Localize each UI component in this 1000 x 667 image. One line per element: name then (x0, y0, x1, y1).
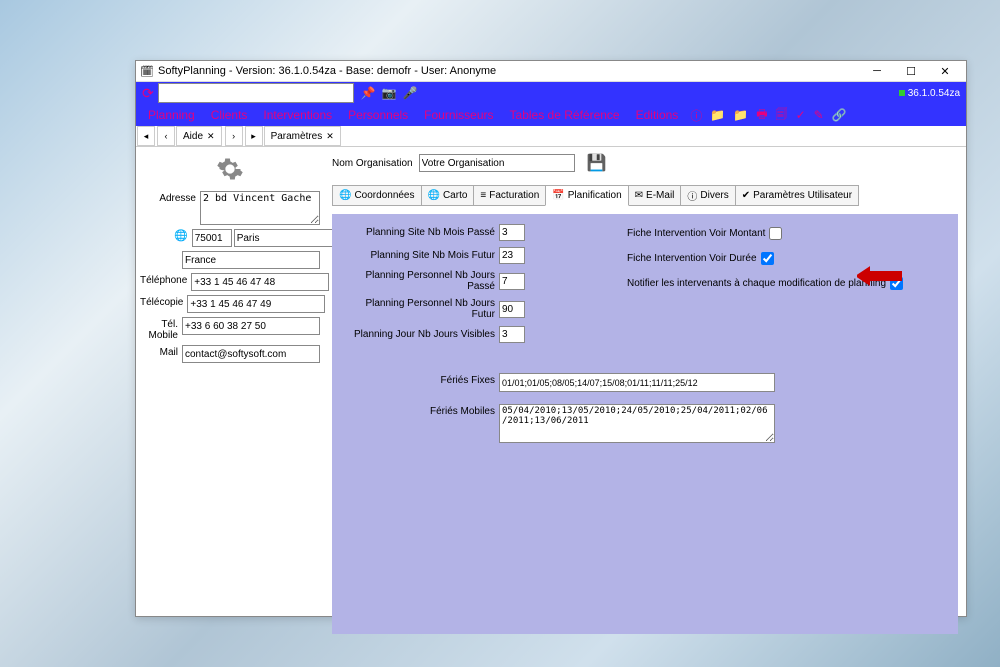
check-icon: ✔ (742, 190, 750, 201)
toolbar: ⟳ 📌 📷 🎤 36.1.0.54za (136, 82, 966, 104)
subtab-email[interactable]: ✉E-Mail (628, 185, 682, 206)
mail-label: Mail (140, 345, 182, 358)
app-icon: 🗓 (140, 64, 154, 78)
fi-duree-checkbox[interactable] (761, 252, 774, 265)
feries-fixes-input[interactable] (499, 373, 775, 392)
gear-icon (216, 155, 244, 183)
globe-icon[interactable]: 🌐 (174, 229, 188, 245)
highlight-arrow-icon (857, 266, 902, 289)
check-icon[interactable]: ✓ (792, 108, 810, 122)
minimize-button[interactable]: ─ (860, 61, 894, 81)
tab-nav-first[interactable]: ◂ (137, 126, 155, 146)
info-icon[interactable]: ⓘ (686, 107, 706, 124)
main-panel: Nom Organisation 💾 🌐Coordonnées 🌐Carto ≡… (324, 147, 966, 618)
fax-label: Télécopie (140, 295, 187, 308)
document-tabs: ◂ ‹ Aide✕ › ▸ Paramètres✕ (136, 126, 966, 147)
list-icon: ≡ (480, 190, 486, 201)
address-label: Adresse (140, 191, 200, 204)
copy-icon[interactable]: 🗐 (772, 105, 792, 126)
pers-past-input[interactable] (499, 273, 525, 290)
refresh-icon[interactable]: ⟳ (138, 85, 158, 102)
pers-past-label: Planning Personnel Nb Jours Passé (340, 270, 499, 292)
calendar-icon: 📅 (552, 190, 564, 201)
close-tab-icon[interactable]: ✕ (207, 131, 215, 142)
globe-icon: 🌐 (428, 190, 440, 201)
site-past-input[interactable] (499, 224, 525, 241)
menu-personnels[interactable]: Personnels (340, 108, 416, 122)
globe-icon: 🌐 (339, 190, 351, 201)
mail-input[interactable] (182, 345, 320, 363)
day-visible-label: Planning Jour Nb Jours Visibles (340, 329, 499, 340)
org-input[interactable] (419, 154, 575, 172)
doctab-parametres-label: Paramètres (271, 131, 323, 142)
menu-interventions[interactable]: Interventions (255, 108, 340, 122)
menu-clients[interactable]: Clients (203, 108, 256, 122)
site-future-label: Planning Site Nb Mois Futur (340, 250, 499, 261)
phone-input[interactable] (191, 273, 329, 291)
tab-nav-prev[interactable]: ‹ (157, 126, 175, 146)
save-icon[interactable]: 💾 (587, 153, 607, 173)
subtab-param-user[interactable]: ✔Paramètres Utilisateur (735, 185, 859, 206)
sidebar: Adresse 🌐 Téléphone Télécopie Tél. Mobil… (136, 147, 324, 618)
pers-future-input[interactable] (499, 301, 525, 318)
version-text: 36.1.0.54za (908, 88, 960, 99)
mobile-label: Tél. Mobile (140, 317, 182, 341)
org-label: Nom Organisation (332, 158, 413, 169)
tab-nav-last[interactable]: ▸ (245, 126, 263, 146)
mail-icon: ✉ (635, 190, 643, 201)
status-dot-icon (899, 90, 905, 96)
address-input[interactable] (200, 191, 320, 225)
menu-fournisseurs[interactable]: Fournisseurs (416, 108, 501, 122)
phone-label: Téléphone (140, 273, 191, 286)
info-icon: ⓘ (687, 188, 697, 203)
close-button[interactable]: ✕ (928, 61, 962, 81)
postal-input[interactable] (192, 229, 232, 247)
app-window: 🗓 SoftyPlanning - Version: 36.1.0.54za -… (135, 60, 967, 617)
version-badge: 36.1.0.54za (899, 88, 964, 99)
fi-montant-label: Fiche Intervention Voir Montant (627, 228, 765, 239)
pin-icon[interactable]: 📌 (358, 86, 379, 100)
edit-icon[interactable]: ✎ (810, 108, 828, 122)
site-future-input[interactable] (499, 247, 525, 264)
camera-icon[interactable]: 📷 (379, 86, 400, 100)
subtab-planification[interactable]: 📅Planification (545, 185, 628, 206)
mobile-input[interactable] (182, 317, 320, 335)
fi-duree-label: Fiche Intervention Voir Durée (627, 253, 757, 264)
folder2-icon[interactable]: 📁 (729, 108, 752, 122)
link-icon[interactable]: 🔗 (828, 108, 851, 122)
doctab-aide[interactable]: Aide ✕ (176, 126, 222, 146)
subtab-facturation[interactable]: ≡Facturation (473, 185, 546, 206)
doctab-parametres[interactable]: Paramètres✕ (264, 126, 341, 146)
planification-panel: Planning Site Nb Mois Passé Planning Sit… (332, 214, 958, 634)
feries-fixes-label: Fériés Fixes (340, 373, 499, 386)
subtab-coordonnees[interactable]: 🌐Coordonnées (332, 185, 422, 206)
notify-label: Notifier les intervenants à chaque modif… (627, 278, 886, 289)
menu-planning[interactable]: Planning (140, 108, 203, 122)
fax-input[interactable] (187, 295, 325, 313)
subtab-divers[interactable]: ⓘDivers (680, 185, 735, 206)
fi-montant-checkbox[interactable] (769, 227, 782, 240)
menu-tables-reference[interactable]: Tables de Référence (502, 108, 628, 122)
subtabs: 🌐Coordonnées 🌐Carto ≡Facturation 📅Planif… (332, 185, 958, 206)
day-visible-input[interactable] (499, 326, 525, 343)
titlebar: 🗓 SoftyPlanning - Version: 36.1.0.54za -… (136, 61, 966, 82)
subtab-carto[interactable]: 🌐Carto (421, 185, 475, 206)
feries-mobiles-label: Fériés Mobiles (340, 404, 499, 417)
menu-editions[interactable]: Editions (628, 108, 687, 122)
pers-future-label: Planning Personnel Nb Jours Futur (340, 298, 499, 320)
tab-nav-next[interactable]: › (225, 126, 243, 146)
maximize-button[interactable]: ☐ (894, 61, 928, 81)
menubar: Planning Clients Interventions Personnel… (136, 104, 966, 126)
window-title: SoftyPlanning - Version: 36.1.0.54za - B… (158, 65, 860, 77)
close-tab-icon[interactable]: ✕ (326, 131, 334, 142)
print-icon[interactable]: 🖶 (752, 105, 771, 126)
search-input[interactable] (158, 83, 354, 103)
site-past-label: Planning Site Nb Mois Passé (340, 227, 499, 238)
country-input[interactable] (182, 251, 320, 269)
feries-mobiles-input[interactable] (499, 404, 775, 443)
mic-icon[interactable]: 🎤 (400, 86, 421, 100)
folder-icon[interactable]: 📁 (706, 108, 729, 122)
doctab-aide-label: Aide (183, 131, 203, 142)
